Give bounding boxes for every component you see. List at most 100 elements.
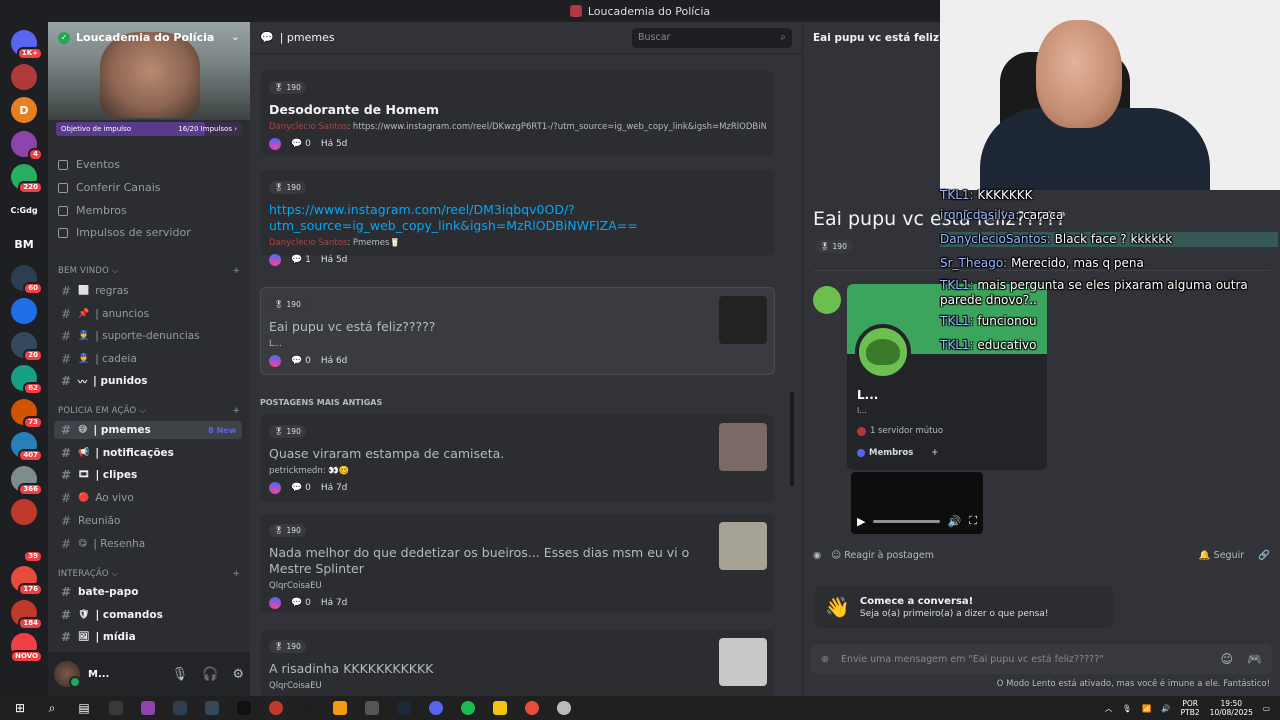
server-g[interactable]: 366 [11,465,43,496]
message-composer[interactable]: ⊕ Envie uma mensagem em "Eai pupu vc est… [811,644,1272,674]
search-input[interactable]: Buscar ⌕ [632,27,792,48]
server-bm[interactable]: BM [11,231,37,257]
video-player[interactable]: ▶ 🔊 ⛶ [851,472,983,534]
channel-item[interactable]: # bate-papo [54,583,242,601]
discord-home-icon[interactable]: 1K+ [11,30,43,60]
nav-server-boosts[interactable]: Impulsos de servidor [58,226,191,239]
nav-events[interactable]: Eventos [58,158,120,171]
spotify-icon[interactable] [456,696,480,720]
follow-button[interactable]: 🔔 Seguir [1199,550,1244,561]
post-thumbnail[interactable] [719,296,767,344]
username[interactable]: M... [88,669,158,680]
members-role[interactable]: Membros + [857,448,938,458]
add-channel-icon[interactable]: + [233,406,240,416]
server-a[interactable]: 60 [11,264,43,295]
channel-item[interactable]: # 📌 | anuncios [54,305,242,323]
folder-icon[interactable] [488,696,512,720]
app-icon[interactable] [136,696,160,720]
category-interaction[interactable]: INTERAÇÃO ⌵ + [58,569,240,579]
nav-browse-channels[interactable]: Conferir Canais [58,181,161,194]
channel-item[interactable]: # 🛡 | comandos [54,606,242,624]
server-triangle[interactable]: 220 [11,164,43,194]
forum-post-card[interactable]: 🎖 190 Quase viraram estampa de camiseta. p… [260,414,775,502]
emoji-icon[interactable]: ☺ [1221,652,1234,666]
post-thumbnail[interactable] [719,423,767,471]
app-icon[interactable] [232,696,256,720]
post-title[interactable]: Nada melhor do que dedetizar os bueiros.… [269,545,710,577]
mutual-servers[interactable]: 1 servidor mútuo [857,426,943,436]
steam-icon[interactable] [392,696,416,720]
post-title[interactable]: Eai pupu vc está feliz????? [269,319,710,335]
server-f[interactable]: 407 [11,432,43,462]
channel-item[interactable]: # 😋 | Resenha [54,535,242,553]
server-b[interactable]: 20 [11,331,43,362]
chrome-icon[interactable] [520,696,544,720]
play-icon[interactable]: ▶ [857,515,865,528]
channel-item[interactable]: # Reunião [54,512,242,530]
notification-icon[interactable]: ▭ [1263,704,1270,713]
add-attachment-icon[interactable]: ⊕ [821,654,829,665]
server-new[interactable]: NOVO [10,633,43,663]
message-input[interactable]: Envie uma mensagem em "Eai pupu vc está … [841,654,1104,665]
forum-post-card[interactable]: 🎖 190 Desodorante de Homem Danyclecio Sant… [260,70,775,156]
category-police[interactable]: POLICIA EM AÇÃO ⌵ + [58,406,240,416]
forum-post-card[interactable]: 🎖 190 https://www.instagram.com/reel/DM3i… [260,170,775,266]
add-channel-icon[interactable]: + [233,266,240,276]
server-i[interactable]: 39 [11,532,43,563]
server-e[interactable]: 73 [11,398,43,429]
server-avatar[interactable] [11,63,37,90]
post-thumbnail[interactable] [719,522,767,570]
app-icon[interactable] [296,696,320,720]
post-title[interactable]: Desodorante de Homem [269,102,766,118]
scrollbar[interactable] [790,392,794,486]
server-c[interactable]: 62 [11,365,43,395]
react-button[interactable]: ☺ Reagir à postagem [831,550,934,561]
server-banner[interactable]: ✓ Loucademia do Polícia ⌄ [48,22,250,120]
server-cgdg[interactable]: C:Gdg [10,197,38,224]
microphone-icon[interactable]: 🎙 [172,667,189,682]
language-indicator[interactable]: POR PTB2 [1181,699,1200,717]
add-channel-icon[interactable]: + [233,569,240,579]
avatar[interactable] [54,661,81,688]
channel-item[interactable]: # 🎞 | clipes [54,466,242,484]
app-icon[interactable] [104,696,128,720]
server-h[interactable] [11,499,37,525]
wifi-icon[interactable]: 📶 [1142,704,1151,713]
app-icon[interactable] [168,696,192,720]
microphone-icon[interactable]: 🎙 [1122,704,1132,713]
search-icon[interactable]: ⌕ [40,696,64,720]
app-icon[interactable] [200,696,224,720]
link-icon[interactable]: 🔗 [1258,550,1270,561]
app-icon[interactable] [328,696,352,720]
tray-chevron-icon[interactable]: ︿ [1105,703,1113,714]
discord-icon[interactable] [424,696,448,720]
channel-item[interactable]: # 😅 | pmemes 8 New [54,421,242,439]
post-thumbnail[interactable] [719,638,767,686]
gamepad-icon[interactable]: 🎮 [1247,652,1262,666]
nav-members[interactable]: Membros [58,204,127,217]
channel-item[interactable]: # 👮 | suporte-denuncias [54,327,242,345]
app-icon[interactable] [552,696,576,720]
app-icon[interactable] [360,696,384,720]
server-d[interactable]: D [11,97,37,123]
folder-icon[interactable] [11,298,37,324]
server-colorful[interactable]: 4 [11,130,43,161]
gear-icon[interactable]: ⚙ [232,667,244,682]
post-title[interactable]: https://www.instagram.com/reel/DM3iqbqv0… [269,202,766,234]
server-name[interactable]: ✓ Loucademia do Polícia [58,31,214,44]
forum-post-card[interactable]: 🎖 190 Eai pupu vc está feliz????? L... 💬 0 H… [260,287,775,375]
channel-item[interactable]: # 👮 | cadeia [54,350,242,368]
boost-goal-bar[interactable]: Objetivo de impulso 16/20 Impulsos › [56,122,242,136]
app-icon[interactable] [264,696,288,720]
chevron-down-icon[interactable]: ⌄ [231,30,240,43]
channel-item[interactable]: # 📢 | notificações [54,444,242,462]
volume-icon[interactable]: 🔊 [948,515,962,528]
channel-item[interactable]: # ⬜ regras [54,282,242,300]
server-j[interactable]: 176 [11,566,43,596]
volume-icon[interactable]: 🔊 [1161,704,1170,713]
channel-item[interactable]: # 🔴 Ao vivo [54,489,242,507]
category-welcome[interactable]: BEM VINDO ⌵ + [58,266,240,276]
channel-item[interactable]: # 〰 | punidos [54,372,242,390]
post-title[interactable]: Quase viraram estampa de camiseta. [269,446,710,462]
windows-start-icon[interactable]: ⊞ [8,696,32,720]
